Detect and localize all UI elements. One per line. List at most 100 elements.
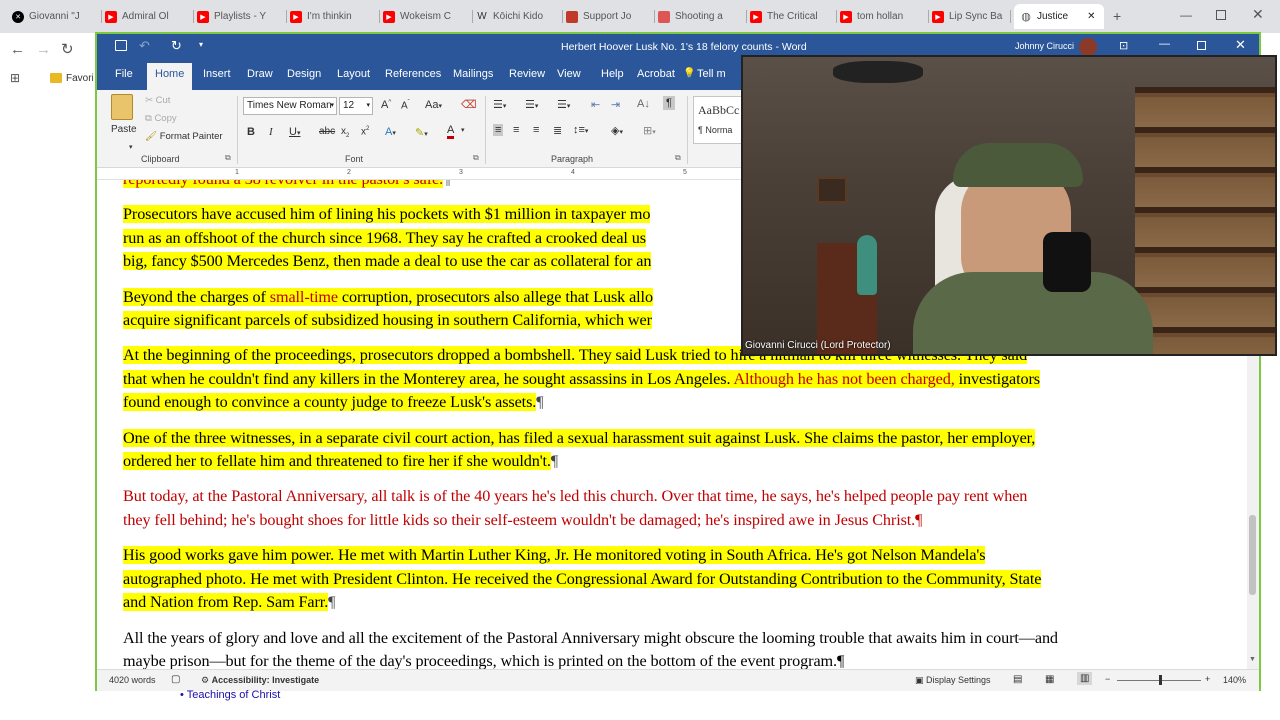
ribbon-tab-mailings[interactable]: Mailings [453,68,493,80]
numbering-icon[interactable]: ☰▾ [525,98,538,111]
paragraph[interactable]: His good works gave him power. He met wi… [123,544,1223,614]
tab-11[interactable]: ▶ Lip Sync Ba [932,4,1016,29]
clear-formatting-icon[interactable]: ⌫ [461,98,477,111]
undo-icon[interactable]: ↶ [139,38,150,54]
avatar[interactable] [1079,38,1097,56]
subscript-icon[interactable]: x2 [341,126,349,139]
paste-icon[interactable] [111,94,133,120]
redo-icon[interactable]: ↻ [171,38,182,54]
minimize-browser-button[interactable]: — [1180,8,1192,22]
minimize-word-button[interactable]: — [1159,38,1170,50]
paragraph-launcher-icon[interactable]: ⧉ [675,153,681,163]
tab-4[interactable]: ▶ I'm thinkin [290,4,374,29]
copy-button[interactable]: ⧉ Copy [145,113,177,124]
zoom-in-icon[interactable]: + [1205,674,1210,684]
chevron-down-icon[interactable]: ▾ [461,126,465,134]
align-left-icon[interactable]: ≡ [493,124,504,136]
shrink-font-icon[interactable]: Aˇ [401,100,410,111]
decrease-indent-icon[interactable]: ⇤ [591,98,600,111]
style-normal[interactable]: AaBbCc ¶ Norma [693,96,743,144]
align-center-icon[interactable]: ≡ [513,124,519,136]
font-size-select[interactable]: 12 ▾ [339,97,373,115]
cut-button[interactable]: ✂ Cut [145,95,170,106]
web-layout-icon[interactable]: ▥ [1077,672,1093,685]
superscript-icon[interactable]: x2 [361,126,369,137]
proofing-icon[interactable]: ▢ [171,674,180,685]
paragraph[interactable]: But today, at the Pastoral Anniversary, … [123,485,1223,532]
zoom-level[interactable]: 140% [1223,675,1246,685]
tab-12[interactable]: ◍ Justice ✕ [1014,4,1104,29]
bold-icon[interactable]: B [247,126,255,138]
display-settings-button[interactable]: ▣ Display Settings [915,675,991,686]
highlight-icon[interactable]: ✎▾ [415,126,428,139]
increase-indent-icon[interactable]: ⇥ [611,98,620,111]
favorites-label[interactable]: Favori [66,73,94,84]
tab-3[interactable]: ▶ Playlists - Y [197,4,281,29]
read-mode-icon[interactable]: ▤ [1013,674,1022,685]
shading-icon[interactable]: ◈▾ [611,124,623,137]
bullets-icon[interactable]: ☰▾ [493,98,506,111]
tab-1[interactable]: ✕ Giovanni "J [12,4,96,29]
multilevel-list-icon[interactable]: ☰▾ [557,98,570,111]
tab-2[interactable]: ▶ Admiral Ol [105,4,189,29]
ribbon-tab-draw[interactable]: Draw [247,68,273,80]
ribbon-tab-references[interactable]: References [385,68,441,80]
tab-6[interactable]: W Kōichi Kido [476,4,560,29]
font-name-select[interactable]: Times New Roman ▾ [243,97,337,115]
print-layout-icon[interactable]: ▦ [1045,674,1054,685]
customize-qat-icon[interactable]: ▾ [199,40,203,49]
ribbon-tab-tell-m[interactable]: Tell m [697,68,726,80]
font-color-icon[interactable]: A [447,124,455,139]
tab-10[interactable]: ▶ tom hollan [840,4,924,29]
accessibility-status[interactable]: ⚙ Accessibility: Investigate [201,675,319,686]
tab-7[interactable]: Support Jo [566,4,650,29]
ribbon-tab-insert[interactable]: Insert [203,68,231,80]
scroll-down-icon[interactable]: ▼ [1249,656,1256,663]
justify-icon[interactable]: ≣ [553,124,562,137]
paragraph[interactable]: All the years of glory and love and all … [123,627,1223,670]
change-case-icon[interactable]: Aa▾ [425,99,442,111]
align-right-icon[interactable]: ≡ [533,124,539,136]
user-name[interactable]: Johnny Cirucci [1015,41,1074,51]
ribbon-tab-review[interactable]: Review [509,68,545,80]
new-tab-button[interactable]: + [1113,8,1121,24]
maximize-word-button[interactable] [1197,41,1206,50]
lightbulb-icon[interactable]: 💡 [683,68,695,79]
bottom-link-label[interactable]: Teachings of Christ [187,689,281,701]
paste-dropdown-icon[interactable]: ▾ [129,143,133,151]
tab-8[interactable]: Shooting a [658,4,742,29]
back-icon[interactable]: ← [10,41,25,58]
zoom-slider-thumb[interactable] [1159,675,1162,685]
line-spacing-icon[interactable]: ↕≡▾ [573,124,588,136]
ribbon-tab-home[interactable]: Home [147,63,193,90]
maximize-browser-button[interactable] [1216,10,1226,20]
apps-icon[interactable]: ⊞ [10,71,20,85]
format-painter-button[interactable]: 🖌 Format Painter [145,131,223,142]
close-browser-button[interactable]: ✕ [1252,6,1264,23]
text-effects-icon[interactable]: A▾ [385,126,396,138]
grow-font-icon[interactable]: A^ [381,99,391,111]
tab-9[interactable]: ▶ The Critical [750,4,834,29]
refresh-icon[interactable]: ↻ [61,40,74,58]
clipboard-launcher-icon[interactable]: ⧉ [225,153,231,163]
ribbon-tab-layout[interactable]: Layout [337,68,370,80]
close-tab-icon[interactable]: ✕ [1087,11,1095,22]
scrollbar-thumb[interactable] [1249,515,1256,595]
sort-icon[interactable]: A↓ [637,98,650,110]
ribbon-tab-help[interactable]: Help [601,68,624,80]
ribbon-tab-view[interactable]: View [557,68,581,80]
forward-icon[interactable]: → [36,41,51,58]
font-launcher-icon[interactable]: ⧉ [473,153,479,163]
paragraph[interactable]: One of the three witnesses, in a separat… [123,427,1223,474]
close-word-button[interactable]: ✕ [1235,37,1246,53]
ribbon-tab-acrobat[interactable]: Acrobat [637,68,675,80]
paste-label[interactable]: Paste [111,124,137,135]
bottom-link[interactable]: • Teachings of Christ [180,689,280,701]
show-paragraph-marks-icon[interactable]: ¶ [663,96,675,110]
ribbon-tab-file[interactable]: File [115,68,133,80]
underline-icon[interactable]: U▾ [289,126,300,138]
ribbon-tab-design[interactable]: Design [287,68,321,80]
strikethrough-icon[interactable]: abc [319,126,335,137]
borders-icon[interactable]: ⊞▾ [643,124,656,137]
zoom-out-icon[interactable]: − [1105,674,1110,684]
